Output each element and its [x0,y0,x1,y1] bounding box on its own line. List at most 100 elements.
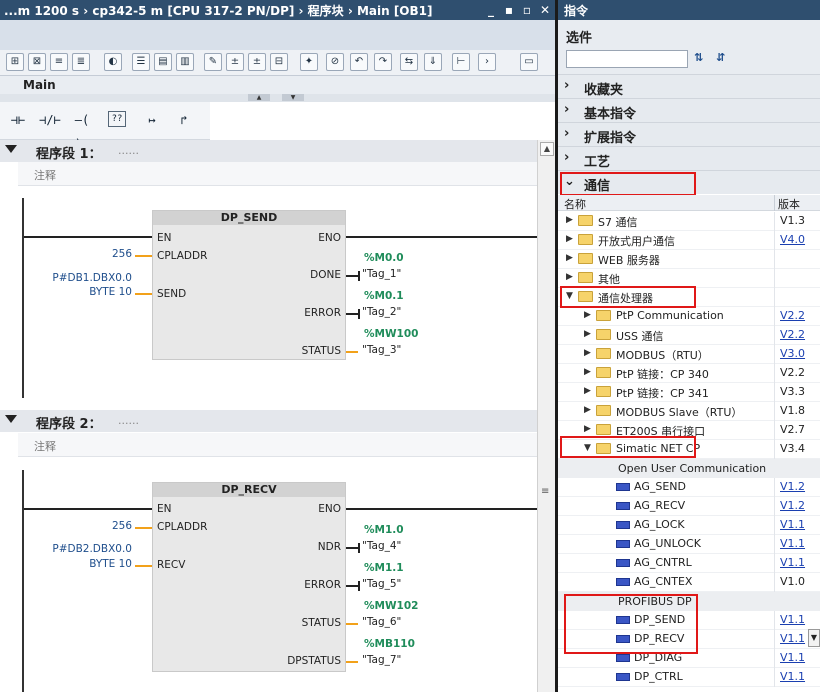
expand-arrow-icon[interactable]: ▶ [566,234,573,244]
instruction-ag-lock[interactable]: AG_LOCK V1.1 [558,516,820,535]
param-send-length[interactable]: BYTE 10 [60,286,132,298]
column-divider[interactable] [774,195,775,211]
expand-arrow-icon[interactable]: ▶ [584,348,591,358]
param-send-pointer[interactable]: P#DB1.DBX0.0 [40,272,132,284]
instruction-ag-cntrl[interactable]: AG_CNTRL V1.1 [558,554,820,573]
instruction-dp-ctrl[interactable]: DP_CTRL V1.1 [558,668,820,687]
expand-arrow-icon[interactable]: ▶ [584,367,591,377]
expand-arrow-icon[interactable]: ▶ [584,386,591,396]
tree-item-ptp-communication[interactable]: ▶ PtP Communication V2.2 [558,307,820,326]
options-search-input[interactable] [566,50,688,68]
tree-item-modbus-slave[interactable]: ▶ MODBUS Slave（RTU） V1.8 [558,402,820,421]
coil-icon[interactable]: –( )– [68,108,96,151]
open-all-icon[interactable]: ▤ [154,53,172,71]
instruction-ag-send[interactable]: AG_SEND V1.2 [558,478,820,497]
category-favorites[interactable]: › 收藏夹 [558,74,820,98]
version-dropdown-icon[interactable]: ▼ [808,629,820,647]
instruction-version-link[interactable]: V1.2 [780,480,805,493]
add-row-icon[interactable]: ≣ [72,53,90,71]
comment-icon[interactable]: ✎ [204,53,222,71]
tree-item-version-link[interactable]: V4.0 [780,233,805,246]
download-icon[interactable]: ⇓ [424,53,442,71]
delete-network-icon[interactable]: ⊠ [28,53,46,71]
compare-icon[interactable]: ⇆ [400,53,418,71]
instruction-ag-unlock[interactable]: AG_UNLOCK V1.1 [558,535,820,554]
symbolic-address-icon[interactable]: ± [248,53,266,71]
output-address[interactable]: %M0.1 [364,290,404,302]
expand-arrow-icon[interactable]: ▶ [584,405,591,415]
instruction-ag-cntex[interactable]: AG_CNTEX V1.0 [558,573,820,592]
output-tag[interactable]: "Tag_6" [362,616,401,628]
scroll-grip-icon[interactable]: ≡ [541,486,549,497]
dp-send-block[interactable]: DP_SEND EN CPLADDR SEND ENO DONE ERROR S… [152,210,346,360]
instruction-ag-recv[interactable]: AG_RECV V1.2 [558,497,820,516]
network-1-title-placeholder[interactable]: ...... [118,144,139,157]
expand-arrow-icon[interactable]: ▶ [566,272,573,282]
tree-item-web-server[interactable]: ▶ WEB 服务器 [558,250,820,269]
minimize-button[interactable]: _ [483,1,499,19]
instruction-version-link[interactable]: V1.1 [780,556,805,569]
expand-arrow-icon[interactable]: ▶ [584,424,591,434]
tree-item-uss[interactable]: ▶ USS 通信 V2.2 [558,326,820,345]
expand-arrow-icon[interactable]: ▶ [566,253,573,263]
expand-arrow-icon[interactable]: ▶ [584,310,591,320]
output-tag[interactable]: "Tag_4" [362,540,401,552]
sort-ascending-icon[interactable]: ⇅ [694,51,703,64]
category-basic-instructions[interactable]: › 基本指令 [558,98,820,122]
editor-vertical-scrollbar[interactable]: ▲ ≡ [537,140,555,692]
param-recv-pointer[interactable]: P#DB2.DBX0.0 [40,543,132,555]
param-cpladdr[interactable]: 256 [92,520,132,532]
network-2-title-placeholder[interactable]: ...... [118,414,139,427]
normally-open-contact-icon[interactable]: ⊣⊢ [4,108,32,132]
instruction-version-link[interactable]: V1.1 [780,537,805,550]
tree-item-version-link[interactable]: V2.2 [780,309,805,322]
tree-item-version-link[interactable]: V2.2 [780,328,805,341]
close-branch-icon[interactable]: ↱ [170,108,198,132]
insert-network-icon[interactable]: ⊞ [6,53,24,71]
network-1-comment[interactable]: 注释 [18,162,537,186]
collapse-up-icon[interactable]: ▲ [248,94,270,101]
maximize-button[interactable]: ▪ [501,1,517,19]
category-extended-instructions[interactable]: › 扩展指令 [558,122,820,146]
close-all-icon[interactable]: ▥ [176,53,194,71]
network-2-comment[interactable]: 注释 [18,433,537,457]
output-address[interactable]: %M1.1 [364,562,404,574]
open-branch-icon[interactable]: ↦ [138,108,166,132]
instruction-version-link[interactable]: V1.2 [780,499,805,512]
tree-item-version-link[interactable]: V3.0 [780,347,805,360]
collapse-triangle-icon[interactable] [5,145,17,153]
collapse-triangle-icon[interactable] [5,415,17,423]
empty-box-icon[interactable]: ?? [108,111,126,127]
output-address[interactable]: %M0.0 [364,252,404,264]
tag-info-icon[interactable]: ⊟ [270,53,288,71]
go-to-previous-icon[interactable]: ↶ [350,53,368,71]
restore-button[interactable]: ▫ [519,1,535,19]
call-hierarchy-icon[interactable]: ⊢ [452,53,470,71]
normally-closed-contact-icon[interactable]: ⊣/⊢ [36,108,64,132]
absolute-address-icon[interactable]: ± [226,53,244,71]
output-address[interactable]: %MW100 [364,328,418,340]
network-1-header[interactable]: 程序段 1： ...... [0,140,537,162]
output-tag[interactable]: "Tag_7" [362,654,401,666]
more-tools-icon[interactable]: › [478,53,496,71]
instruction-version-link[interactable]: V1.1 [780,518,805,531]
param-recv-length[interactable]: BYTE 10 [60,558,132,570]
close-button[interactable]: ✕ [537,1,553,19]
instruction-version-link[interactable]: V1.1 [780,670,805,683]
tree-item-modbus-rtu[interactable]: ▶ MODBUS（RTU） V3.0 [558,345,820,364]
output-address[interactable]: %M1.0 [364,524,404,536]
output-tag[interactable]: "Tag_5" [362,578,401,590]
output-tag[interactable]: "Tag_1" [362,268,401,280]
favorites-icon[interactable]: ✦ [300,53,318,71]
instruction-version-link[interactable]: V1.1 [780,651,805,664]
tree-item-ptp-cp341[interactable]: ▶ PtP 链接：CP 341 V3.3 [558,383,820,402]
output-address[interactable]: %MB110 [364,638,415,650]
expand-arrow-icon[interactable]: ▶ [584,329,591,339]
go-to-error-icon[interactable]: ⊘ [326,53,344,71]
expand-down-icon[interactable]: ▼ [282,94,304,101]
block-interface-icon[interactable]: ▭ [520,53,538,71]
go-to-next-icon[interactable]: ↷ [374,53,392,71]
param-cpladdr[interactable]: 256 [92,248,132,260]
tree-item-ptp-cp340[interactable]: ▶ PtP 链接：CP 340 V2.2 [558,364,820,383]
sort-descending-icon[interactable]: ⇵ [716,51,725,64]
